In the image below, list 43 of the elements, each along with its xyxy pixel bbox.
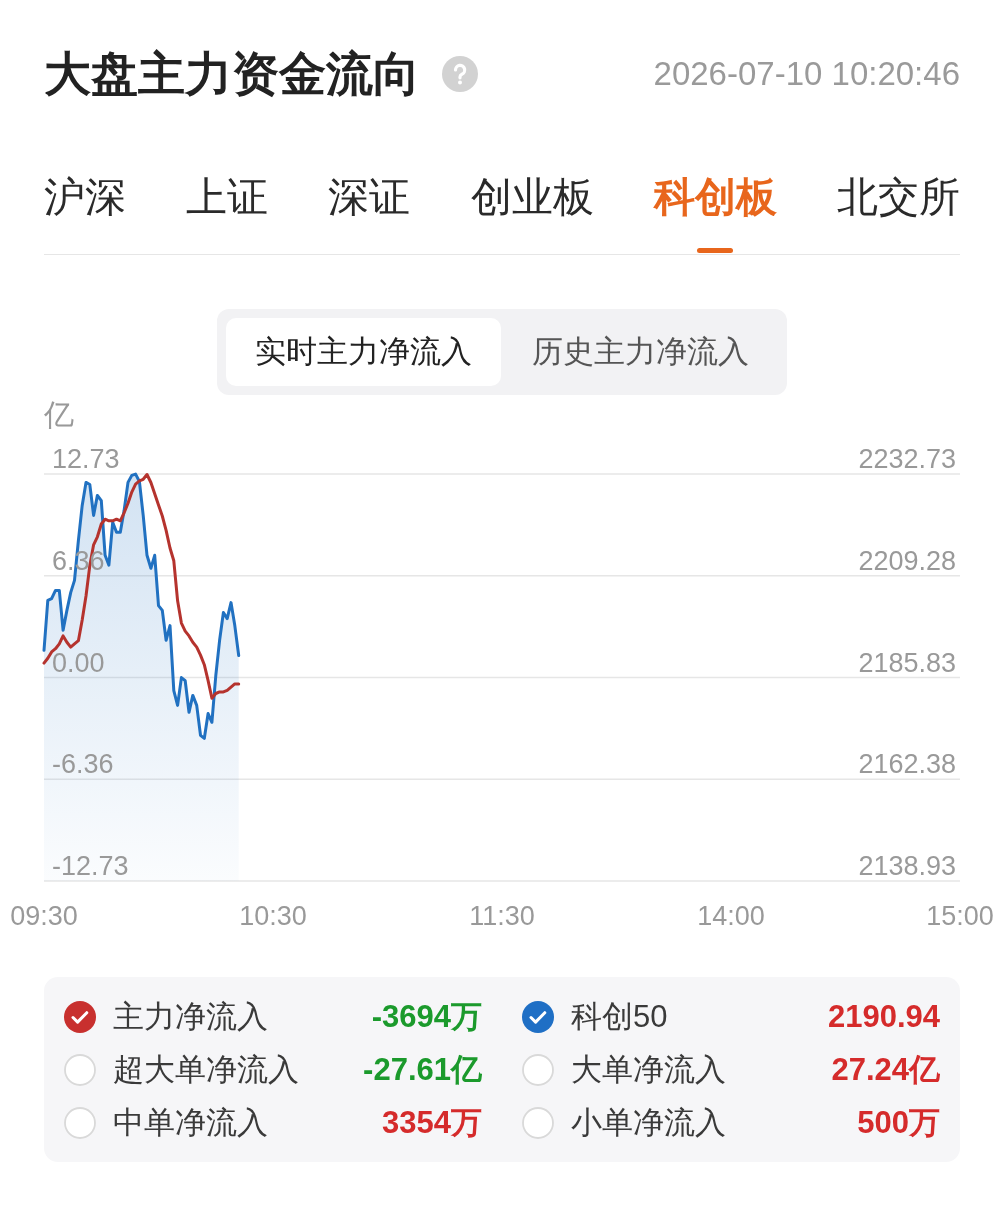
- x-axis-label: 15:00: [926, 901, 994, 931]
- market-tab[interactable]: 创业板: [470, 177, 594, 218]
- market-tab[interactable]: 北交所: [836, 177, 960, 218]
- axis-unit-label: 亿: [44, 398, 74, 431]
- y-axis-label: 2185.83: [858, 647, 956, 678]
- market-tab[interactable]: 深证: [328, 177, 411, 218]
- legend-value: -3694万: [371, 997, 482, 1036]
- legend-value: -27.61亿: [363, 1050, 482, 1089]
- checkbox[interactable]: [64, 1000, 96, 1033]
- checkbox[interactable]: [522, 1053, 554, 1086]
- legend-value: 27.24亿: [831, 1050, 940, 1089]
- x-axis-label: 09:30: [10, 901, 78, 931]
- checkbox[interactable]: [522, 1000, 554, 1033]
- segment-button[interactable]: 实时主力净流入: [226, 318, 501, 386]
- legend-value: 3354万: [382, 1103, 482, 1142]
- checkbox[interactable]: [64, 1106, 96, 1139]
- legend-label: 中单净流入: [113, 1103, 268, 1142]
- y-axis-label: -6.36: [52, 749, 114, 780]
- x-axis-label: 14:00: [697, 901, 765, 931]
- legend-label: 小单净流入: [571, 1103, 726, 1142]
- checkbox[interactable]: [522, 1106, 554, 1139]
- legend-label: 超大单净流入: [113, 1050, 299, 1089]
- y-axis-label: 0.00: [52, 647, 105, 678]
- y-axis-label: 2162.38: [858, 749, 956, 780]
- market-tab[interactable]: 上证: [186, 177, 269, 218]
- legend-value: 2190.94: [827, 998, 940, 1035]
- y-axis-label: 2232.73: [858, 444, 956, 474]
- update-time: 2026-07-10 10:20:46: [653, 54, 960, 93]
- page-title: 大盘主力资金流向: [44, 50, 420, 97]
- help-icon[interactable]: [442, 55, 478, 92]
- legend-label: 主力净流入: [113, 997, 268, 1036]
- y-axis-label: -12.73: [52, 851, 129, 881]
- market-tab[interactable]: 沪深: [44, 177, 126, 218]
- checkbox[interactable]: [64, 1053, 96, 1086]
- y-axis-label: 2209.28: [858, 545, 956, 576]
- y-axis-label: 2138.93: [858, 851, 956, 881]
- y-axis-label: 12.73: [52, 444, 120, 474]
- legend-value: 500万: [857, 1103, 940, 1142]
- segment-button[interactable]: 历史主力净流入: [503, 318, 778, 386]
- legend-label: 大单净流入: [571, 1050, 726, 1089]
- x-axis-label: 10:30: [239, 901, 307, 931]
- x-axis-label: 11:30: [469, 901, 535, 931]
- legend-label: 科创50: [571, 997, 668, 1036]
